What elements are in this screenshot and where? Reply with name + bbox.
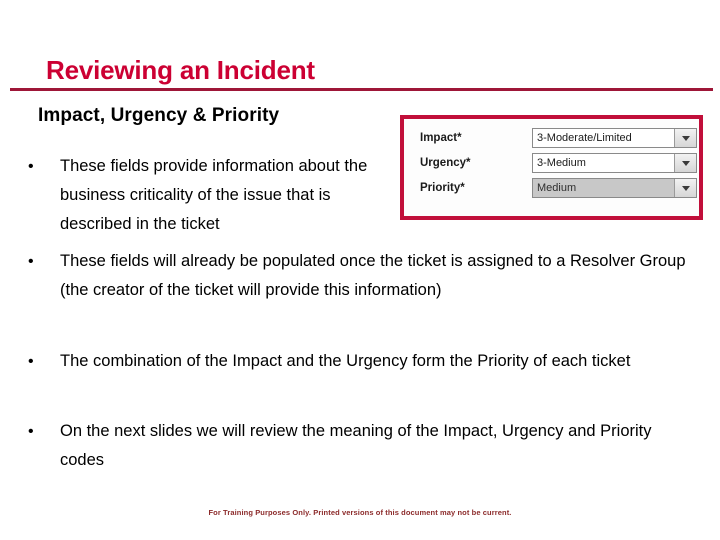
bullet-item: • The combination of the Impact and the … bbox=[28, 347, 700, 376]
bullet-text: On the next slides we will review the me… bbox=[60, 422, 652, 469]
bullet-marker: • bbox=[28, 158, 34, 175]
chevron-down-icon bbox=[681, 160, 690, 166]
page-title: Reviewing an Incident bbox=[46, 55, 315, 85]
form-screenshot: Impact* 3-Moderate/Limited Urgency* 3-Me… bbox=[400, 115, 703, 220]
bullet-text: These fields will already be populated o… bbox=[60, 252, 686, 299]
urgency-label: Urgency* bbox=[420, 157, 471, 169]
impact-label: Impact* bbox=[420, 132, 462, 144]
form-row-impact: Impact* 3-Moderate/Limited bbox=[404, 128, 699, 153]
impact-dropdown-button[interactable] bbox=[674, 129, 696, 147]
footer-disclaimer: For Training Purposes Only. Printed vers… bbox=[208, 508, 512, 517]
form-row-urgency: Urgency* 3-Medium bbox=[404, 153, 699, 178]
page-subtitle: Impact, Urgency & Priority bbox=[38, 105, 280, 126]
impact-value: 3-Moderate/Limited bbox=[537, 132, 632, 144]
title-divider bbox=[10, 88, 713, 91]
bullet-marker: • bbox=[28, 353, 34, 370]
bullet-item: • These fields provide information about… bbox=[28, 152, 400, 239]
urgency-dropdown[interactable]: 3-Medium bbox=[532, 153, 697, 173]
urgency-value: 3-Medium bbox=[537, 157, 586, 169]
impact-dropdown[interactable]: 3-Moderate/Limited bbox=[532, 128, 697, 148]
slide: Reviewing an Incident Impact, Urgency & … bbox=[0, 0, 720, 540]
chevron-down-icon bbox=[681, 185, 690, 191]
form-row-priority: Priority* Medium bbox=[404, 178, 699, 203]
bullet-text: These fields provide information about t… bbox=[60, 157, 368, 233]
bullet-marker: • bbox=[28, 253, 34, 270]
priority-dropdown-button[interactable] bbox=[674, 179, 696, 197]
bullet-item: • These fields will already be populated… bbox=[28, 247, 700, 305]
bullet-marker: • bbox=[28, 423, 34, 440]
priority-label: Priority* bbox=[420, 182, 465, 194]
urgency-dropdown-button[interactable] bbox=[674, 154, 696, 172]
form-screenshot-body: Impact* 3-Moderate/Limited Urgency* 3-Me… bbox=[404, 119, 699, 216]
bullet-item: • On the next slides we will review the … bbox=[28, 417, 700, 475]
priority-dropdown[interactable]: Medium bbox=[532, 178, 697, 198]
priority-value: Medium bbox=[537, 182, 577, 194]
chevron-down-icon bbox=[681, 135, 690, 141]
bullet-text: The combination of the Impact and the Ur… bbox=[60, 352, 631, 370]
